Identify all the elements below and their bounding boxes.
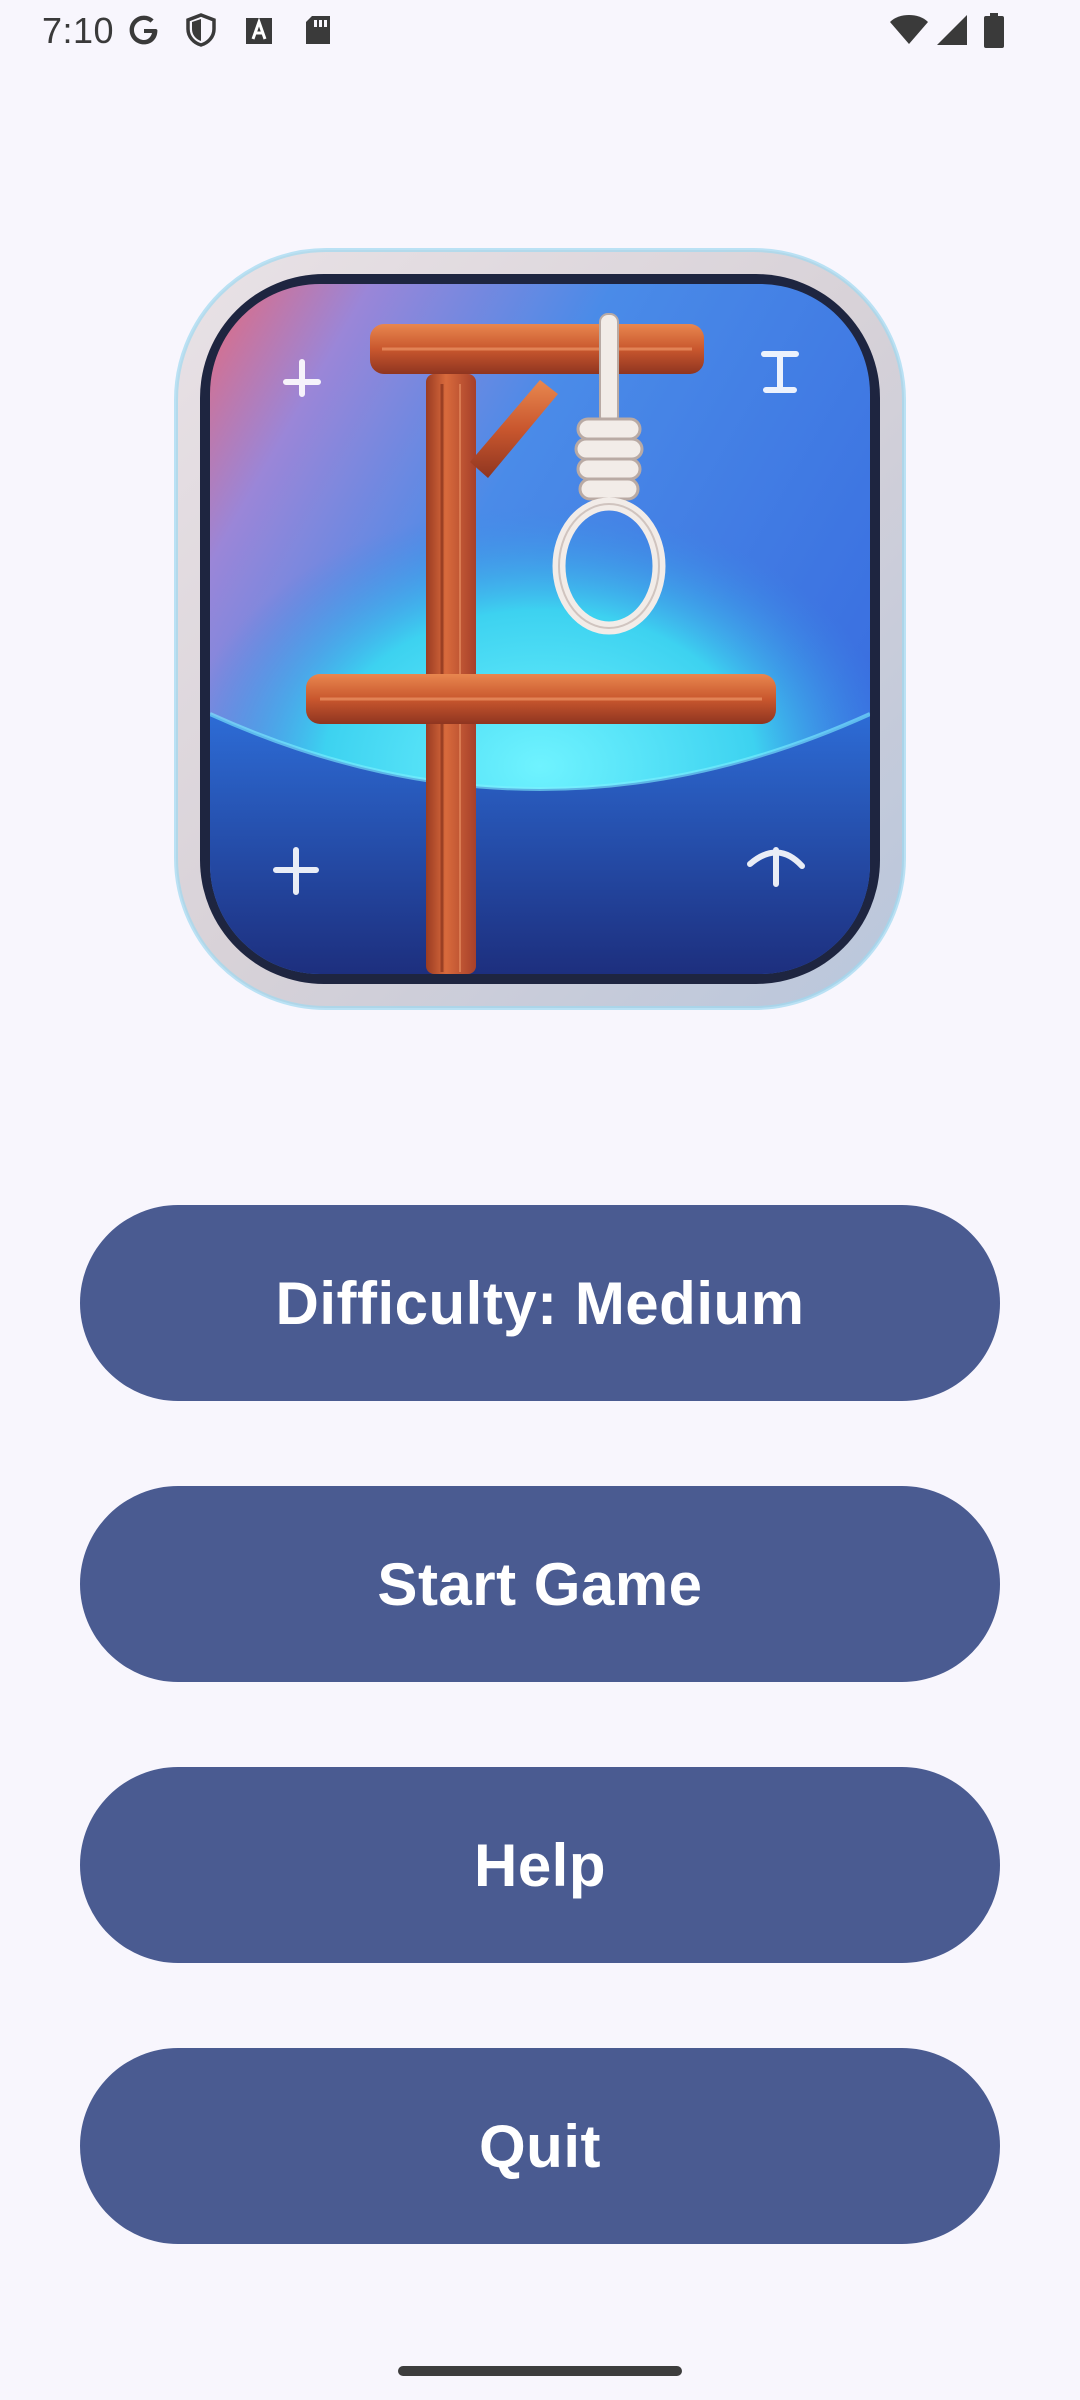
shield-icon (186, 13, 216, 47)
hangman-gallows-icon (174, 248, 906, 1010)
status-time: 7:10 (42, 10, 115, 51)
app-logo (170, 244, 910, 1014)
difficulty-button[interactable]: Difficulty: Medium (80, 1205, 1000, 1401)
start-game-button[interactable]: Start Game (80, 1486, 1000, 1682)
sd-card-icon (306, 16, 330, 44)
main-menu-screen: 7:10 Difficulty: Medium Start Game Help … (0, 0, 1080, 2400)
wifi-icon (890, 15, 928, 44)
status-bar: 7:10 (0, 0, 1080, 64)
quit-button[interactable]: Quit (80, 2048, 1000, 2244)
battery-icon (984, 13, 1004, 48)
font-icon (246, 17, 272, 44)
google-icon (129, 15, 158, 45)
signal-icon (937, 15, 967, 45)
gesture-nav-bar[interactable] (398, 2366, 682, 2376)
help-button[interactable]: Help (80, 1767, 1000, 1963)
